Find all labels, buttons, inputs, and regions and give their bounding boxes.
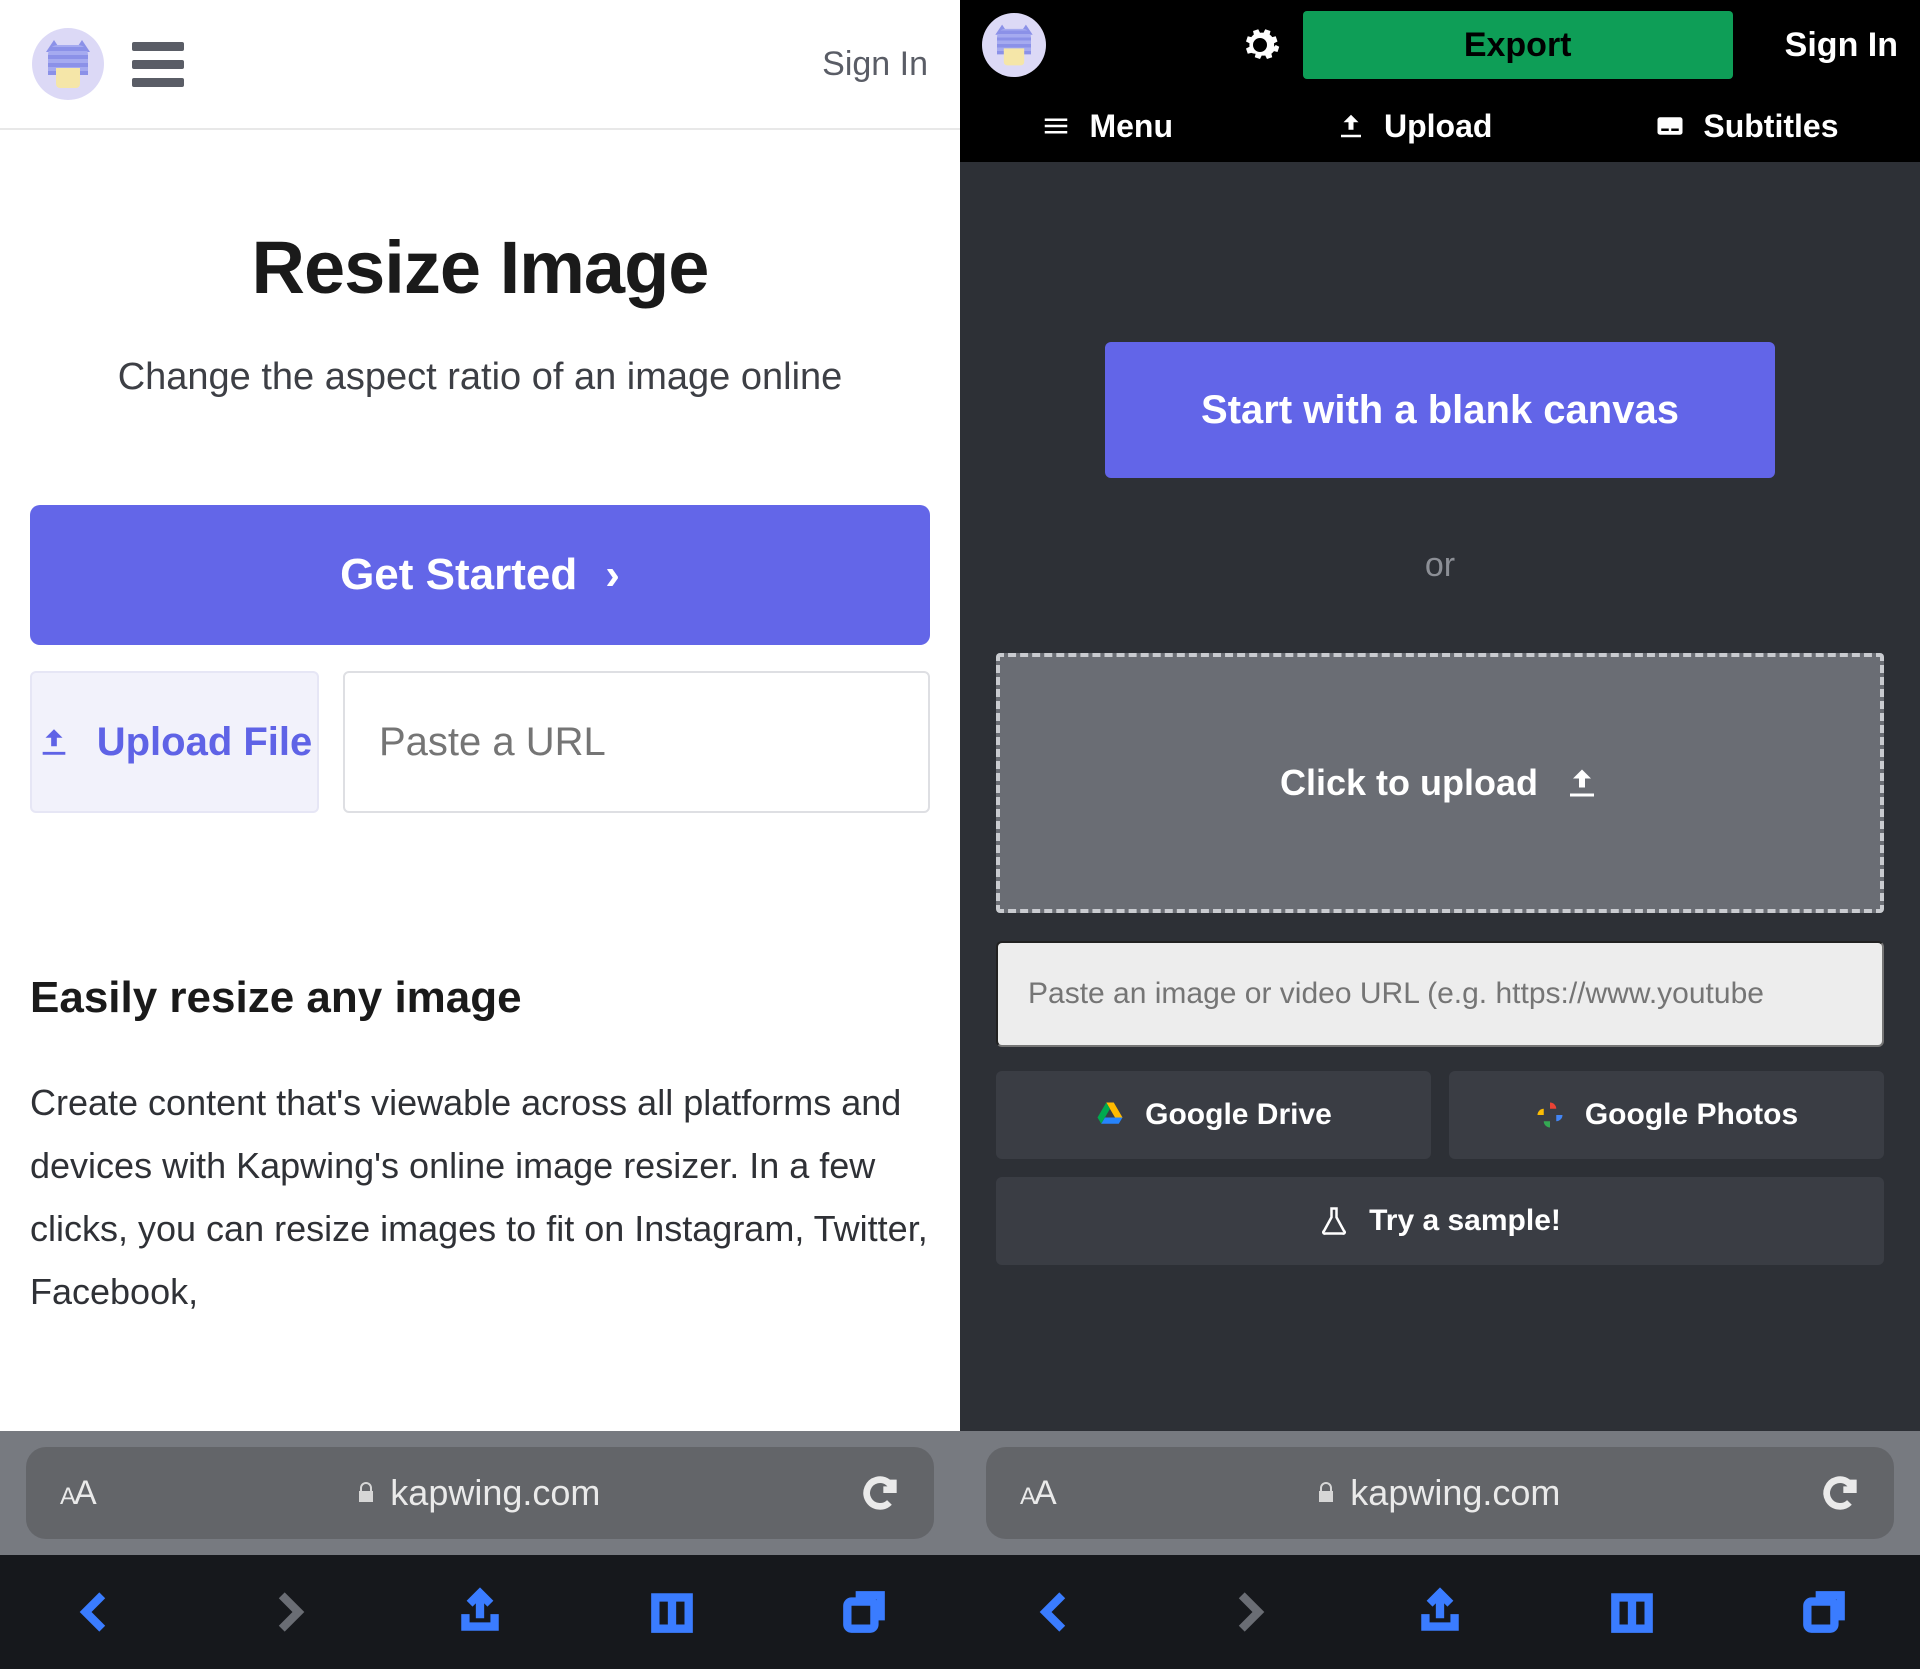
paste-url-input[interactable]: [996, 941, 1884, 1047]
bookmarks-icon[interactable]: [647, 1587, 697, 1637]
paste-url-input[interactable]: [343, 671, 930, 813]
address-bar[interactable]: AA kapwing.com: [986, 1447, 1894, 1539]
get-started-label: Get Started: [340, 550, 577, 600]
google-photos-icon: [1535, 1100, 1565, 1130]
page-subtitle: Change the aspect ratio of an image onli…: [30, 350, 930, 405]
or-divider: or: [1425, 546, 1455, 585]
left-browser-chrome: AA kapwing.com: [0, 1431, 960, 1669]
reload-icon[interactable]: [860, 1473, 900, 1513]
text-size-icon[interactable]: AA: [1020, 1474, 1055, 1513]
address-bar-row: AA kapwing.com: [960, 1431, 1920, 1555]
back-icon[interactable]: [71, 1587, 121, 1637]
bookmarks-icon[interactable]: [1607, 1587, 1657, 1637]
right-header-tabs: Menu Upload Subtitles: [960, 90, 1920, 162]
upload-icon: [1564, 765, 1600, 801]
reload-icon[interactable]: [1820, 1473, 1860, 1513]
page-title: Resize Image: [30, 225, 930, 310]
browser-toolbar: [0, 1555, 960, 1669]
address-bar[interactable]: AA kapwing.com: [26, 1447, 934, 1539]
section-body: Create content that's viewable across al…: [30, 1071, 930, 1323]
tab-menu[interactable]: Menu: [1041, 108, 1173, 145]
forward-icon: [1223, 1587, 1273, 1637]
text-size-icon[interactable]: AA: [60, 1474, 95, 1513]
chevron-right-icon: ›: [605, 550, 620, 600]
section-heading: Easily resize any image: [30, 973, 930, 1023]
subtitles-icon: [1655, 111, 1685, 141]
gear-icon[interactable]: [1239, 24, 1281, 66]
right-browser-chrome: AA kapwing.com: [960, 1431, 1920, 1669]
app-logo[interactable]: [32, 28, 104, 100]
upload-file-button[interactable]: Upload File: [30, 671, 319, 813]
get-started-button[interactable]: Get Started ›: [30, 505, 930, 645]
upload-file-label: Upload File: [97, 720, 313, 765]
google-drive-button[interactable]: Google Drive: [996, 1071, 1431, 1159]
left-header: Sign In: [0, 0, 960, 130]
try-sample-button[interactable]: Try a sample!: [996, 1177, 1884, 1265]
tabs-icon[interactable]: [839, 1587, 889, 1637]
tab-subtitles[interactable]: Subtitles: [1655, 108, 1838, 145]
sign-in-link[interactable]: Sign In: [1785, 26, 1898, 65]
right-header: Export Sign In Menu Upload Subtitles: [960, 0, 1920, 162]
sign-in-link[interactable]: Sign In: [822, 45, 928, 84]
address-domain: kapwing.com: [95, 1472, 860, 1514]
upload-icon: [37, 725, 71, 759]
lock-icon: [1314, 1481, 1338, 1505]
right-screenshot: Export Sign In Menu Upload Subtitles Sta…: [960, 0, 1920, 1669]
tab-upload[interactable]: Upload: [1336, 108, 1492, 145]
right-header-row1: Export Sign In: [960, 0, 1920, 90]
forward-icon: [263, 1587, 313, 1637]
left-header-left: [32, 28, 184, 100]
share-icon[interactable]: [455, 1587, 505, 1637]
address-bar-row: AA kapwing.com: [0, 1431, 960, 1555]
tabs-icon[interactable]: [1799, 1587, 1849, 1637]
upload-dropzone-label: Click to upload: [1280, 762, 1538, 804]
upload-icon: [1336, 111, 1366, 141]
source-buttons-row: Google Drive Google Photos: [996, 1071, 1884, 1159]
left-screenshot: Sign In Resize Image Change the aspect r…: [0, 0, 960, 1669]
upload-dropzone[interactable]: Click to upload: [996, 653, 1884, 913]
google-drive-icon: [1095, 1100, 1125, 1130]
lock-icon: [354, 1481, 378, 1505]
flask-icon: [1319, 1206, 1349, 1236]
share-icon[interactable]: [1415, 1587, 1465, 1637]
browser-toolbar: [960, 1555, 1920, 1669]
google-photos-button[interactable]: Google Photos: [1449, 1071, 1884, 1159]
menu-icon: [1041, 111, 1071, 141]
cat-icon: [994, 25, 1035, 66]
upload-row: Upload File: [30, 671, 930, 813]
hamburger-menu-icon[interactable]: [132, 42, 184, 87]
export-button[interactable]: Export: [1303, 11, 1733, 79]
app-logo[interactable]: [982, 13, 1046, 77]
cat-icon: [44, 40, 92, 88]
blank-canvas-button[interactable]: Start with a blank canvas: [1105, 342, 1775, 478]
address-domain: kapwing.com: [1055, 1472, 1820, 1514]
back-icon[interactable]: [1031, 1587, 1081, 1637]
